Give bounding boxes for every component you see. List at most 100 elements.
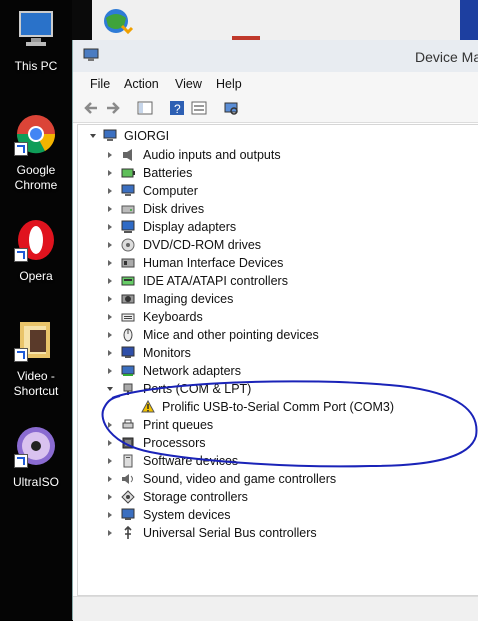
tree-item-label: System devices <box>143 508 231 522</box>
properties-icon[interactable] <box>191 100 207 116</box>
tree-item-label: DVD/CD-ROM drives <box>143 238 262 252</box>
ide-controller-icon <box>121 274 135 287</box>
software-device-icon <box>121 454 135 468</box>
expand-arrow-icon[interactable] <box>108 458 112 464</box>
expand-arrow-icon[interactable] <box>108 206 112 212</box>
desktop-icon-this-pc[interactable]: This PC <box>0 8 72 74</box>
expand-arrow-icon[interactable] <box>108 152 112 158</box>
expand-arrow-icon[interactable] <box>108 512 112 518</box>
back-arrow-icon[interactable] <box>83 100 99 116</box>
battery-icon <box>121 166 135 179</box>
shortcut-arrow-icon <box>14 142 28 156</box>
desktop-icon-ultraiso[interactable]: UltraISO <box>0 424 72 490</box>
hid-icon <box>121 256 135 269</box>
expand-arrow-icon[interactable] <box>108 530 112 536</box>
tree-item-label: Network adapters <box>143 364 241 378</box>
tree-item-label: Ports (COM & LPT) <box>143 382 252 396</box>
speaker-icon <box>121 148 135 161</box>
dvd-drive-icon <box>121 238 135 252</box>
expand-arrow-icon[interactable] <box>108 350 112 356</box>
computer-icon <box>121 184 135 197</box>
expand-arrow-icon[interactable] <box>108 494 112 500</box>
shortcut-arrow-icon <box>14 454 28 468</box>
desktop-icon-video-shortcut[interactable]: Video - Shortcut <box>0 318 72 399</box>
tree-item-label: Keyboards <box>143 310 203 324</box>
expand-arrow-icon[interactable] <box>108 440 112 446</box>
printer-icon <box>121 418 135 431</box>
forward-arrow-icon[interactable] <box>105 100 121 116</box>
expand-arrow-icon[interactable] <box>108 170 112 176</box>
collapse-arrow-icon[interactable] <box>107 387 113 391</box>
expand-arrow-icon[interactable] <box>108 278 112 284</box>
tree-item-label: Audio inputs and outputs <box>143 148 281 162</box>
expand-arrow-icon[interactable] <box>108 224 112 230</box>
scan-hardware-icon[interactable] <box>223 100 239 116</box>
tree-item-label: Processors <box>143 436 206 450</box>
expand-arrow-icon[interactable] <box>108 296 112 302</box>
expand-arrow-icon[interactable] <box>108 314 112 320</box>
window-edge <box>460 0 478 42</box>
window-title: Device Ma <box>415 49 478 65</box>
expand-arrow-icon[interactable] <box>108 242 112 248</box>
desktop-icon-label: Opera <box>19 269 53 283</box>
tree-item-label: Storage controllers <box>143 490 248 504</box>
tree-item-label: Imaging devices <box>143 292 234 306</box>
status-bar <box>73 596 478 621</box>
menu-bar: File Action View Help <box>73 72 478 94</box>
monitor-icon <box>121 346 135 359</box>
desktop-icon-label: UltraISO <box>12 475 59 489</box>
tree-item-label: Disk drives <box>143 202 205 216</box>
tree-item-label: IDE ATA/ATAPI controllers <box>143 274 288 288</box>
tree-item-label: Mice and other pointing devices <box>143 328 319 342</box>
menu-help[interactable]: Help <box>216 77 242 91</box>
globe-icon <box>98 6 134 36</box>
tree-item-label: Human Interface Devices <box>143 256 284 270</box>
desktop-icon-label: Google Chrome <box>14 163 58 192</box>
menu-file[interactable]: File <box>90 77 110 91</box>
usb-icon <box>121 525 135 539</box>
tree-item-label: Print queues <box>143 418 214 432</box>
background-window <box>92 0 478 44</box>
tree-item-label: Batteries <box>143 166 193 180</box>
tree-item-label: Computer <box>143 184 198 198</box>
expand-arrow-icon[interactable] <box>108 476 112 482</box>
warning-icon <box>141 399 155 413</box>
shortcut-arrow-icon <box>14 348 28 362</box>
disk-drive-icon <box>121 202 135 215</box>
svg-text:?: ? <box>174 102 181 116</box>
computer-icon <box>103 129 117 142</box>
shortcut-arrow-icon <box>14 248 28 262</box>
expand-arrow-icon[interactable] <box>108 422 112 428</box>
keyboard-icon <box>121 310 135 323</box>
camera-icon <box>121 292 135 305</box>
desktop-icon-label: Video - Shortcut <box>13 369 59 398</box>
system-device-icon <box>121 508 135 521</box>
tree-item-label: Sound, video and game controllers <box>143 472 337 486</box>
tree-item-label: Prolific USB-to-Serial Comm Port (COM3) <box>162 400 394 414</box>
expand-arrow-icon[interactable] <box>108 188 112 194</box>
desktop-icon-label: This PC <box>14 59 58 73</box>
show-hide-tree-icon[interactable] <box>137 100 153 116</box>
processor-icon <box>121 436 135 449</box>
sound-icon <box>121 472 135 485</box>
device-manager-icon <box>83 48 99 62</box>
display-adapter-icon <box>121 220 135 233</box>
storage-controller-icon <box>121 490 135 504</box>
network-adapter-icon <box>121 364 135 377</box>
help-icon[interactable]: ? <box>169 100 185 116</box>
tree-root-label: GIORGI <box>124 129 170 143</box>
expand-arrow-icon[interactable] <box>90 134 96 138</box>
tree-item-label: Display adapters <box>143 220 237 234</box>
port-icon <box>121 382 135 395</box>
mouse-icon <box>121 328 135 342</box>
desktop-icon-opera[interactable]: Opera <box>0 218 72 284</box>
monitor-icon <box>19 11 53 46</box>
menu-action[interactable]: Action <box>124 77 159 91</box>
desktop-icon-google-chrome[interactable]: Google Chrome <box>0 112 72 193</box>
title-bar[interactable]: Device Ma <box>73 40 478 72</box>
menu-view[interactable]: View <box>175 77 202 91</box>
expand-arrow-icon[interactable] <box>108 260 112 266</box>
tree-item-label: Universal Serial Bus controllers <box>143 526 317 540</box>
expand-arrow-icon[interactable] <box>108 368 112 374</box>
expand-arrow-icon[interactable] <box>108 332 112 338</box>
